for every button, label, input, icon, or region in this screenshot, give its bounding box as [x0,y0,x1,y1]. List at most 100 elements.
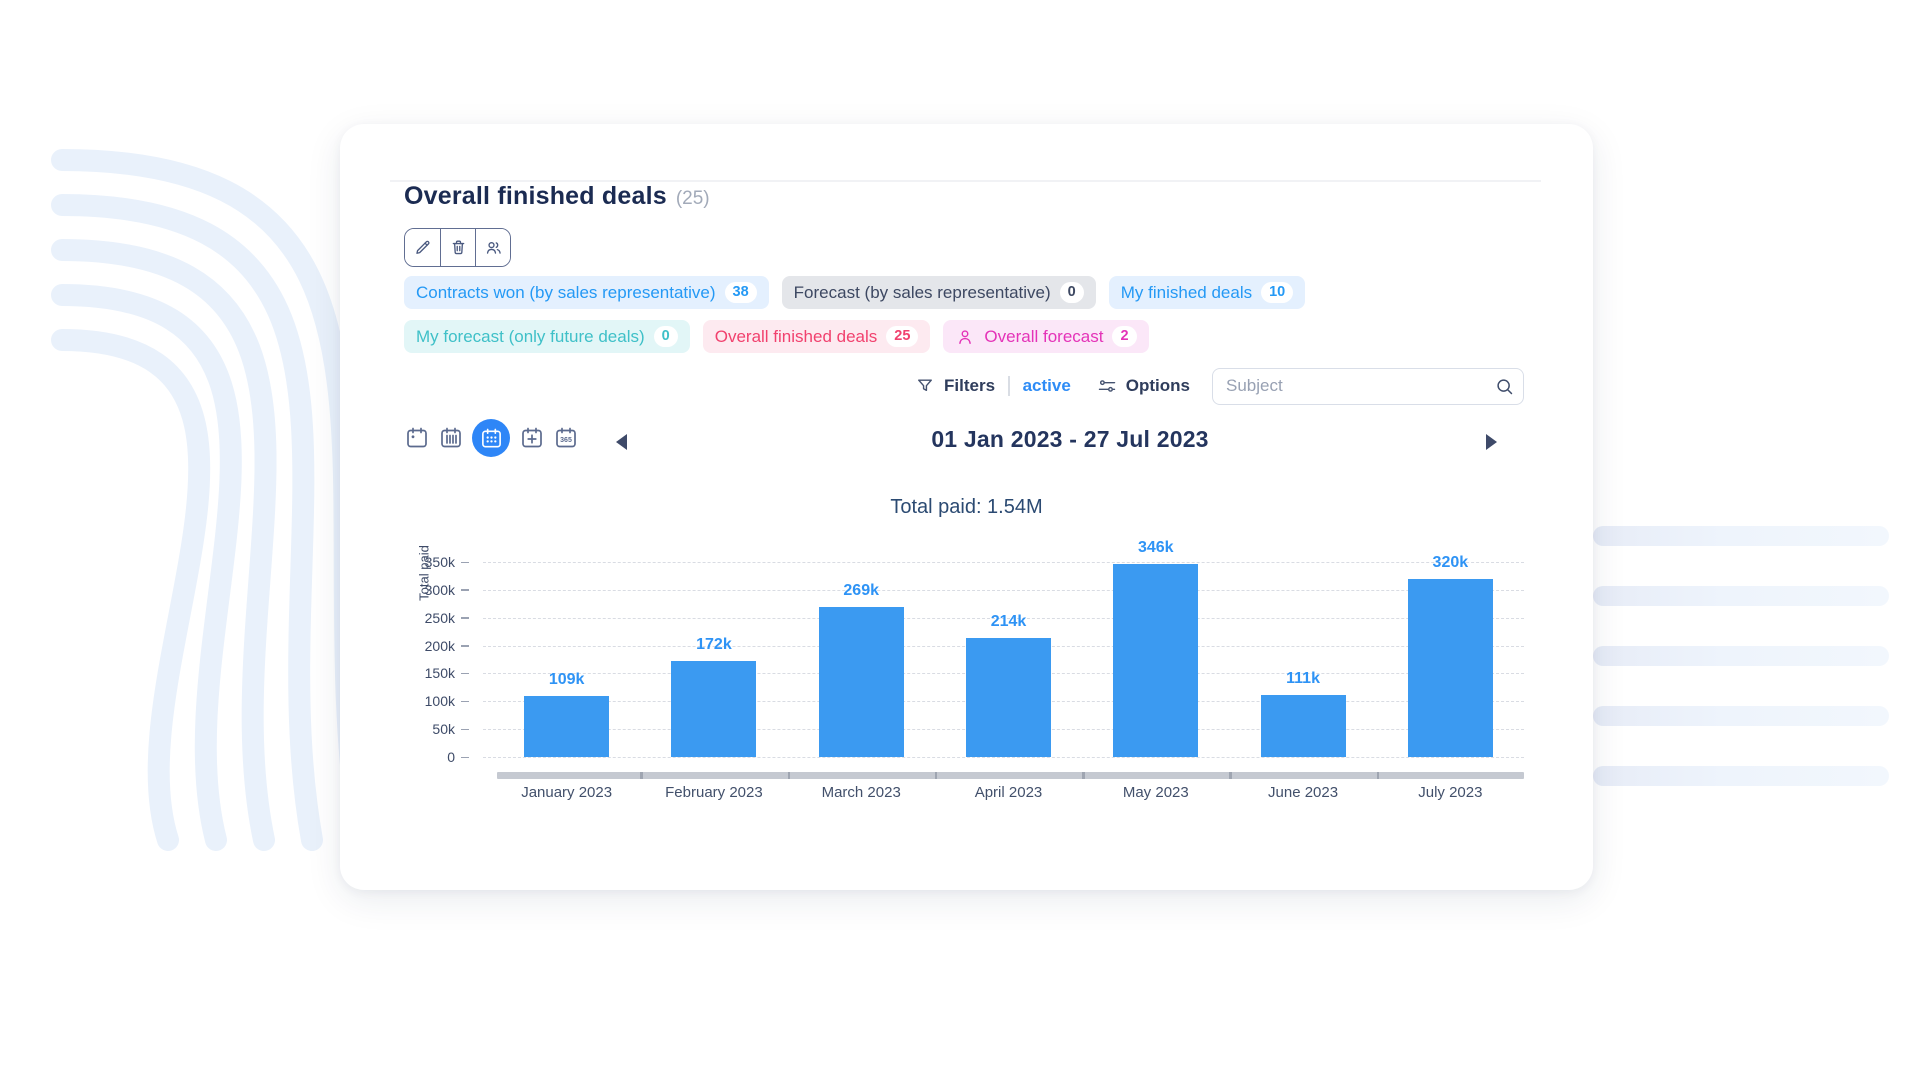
y-tick-label: 50k [340,721,455,737]
bar-June 2023[interactable] [1261,695,1346,757]
trash-icon [449,238,468,257]
filters-label: Filters [944,376,995,396]
filter-chip[interactable]: My finished deals10 [1109,276,1305,309]
filter-chip[interactable]: Contracts won (by sales representative) 3… [404,276,769,309]
bar-January 2023[interactable] [524,696,609,757]
x-tick-label: January 2023 [493,784,640,801]
background-stripe [1593,766,1889,786]
options-label: Options [1126,376,1190,396]
y-tick-mark [461,562,469,564]
bar-value-label: 109k [493,671,640,689]
chip-count-badge: 0 [654,326,678,347]
card-toolbar [404,228,511,267]
date-range-label: 01 Jan 2023 - 27 Jul 2023 [880,426,1260,453]
calendar-custom-range-icon [520,426,544,450]
bar-March 2023[interactable] [819,607,904,757]
calendar-month-icon [480,427,503,450]
y-tick-mark [461,757,469,759]
background-stripe [1593,706,1889,726]
y-tick-label: 150k [340,665,455,681]
calendar-view-week-button[interactable] [438,426,463,451]
chip-count-badge: 0 [1060,282,1084,303]
x-tick-label: February 2023 [640,784,787,801]
chip-label: My forecast (only future deals) [416,327,645,347]
background-stripe [1593,526,1889,546]
scrollbar-separator [788,772,791,779]
chip-count-badge: 2 [1112,326,1136,347]
x-tick-label: March 2023 [788,784,935,801]
y-tick-mark [461,617,469,619]
scrollbar-separator [1377,772,1380,779]
calendar-day-icon [405,426,429,450]
background-stripe [1593,586,1889,606]
scrollbar-separator [640,772,643,779]
bar-April 2023[interactable] [966,638,1051,757]
scrollbar-separator [1082,772,1085,779]
chip-label: Overall forecast [984,327,1103,347]
chip-label: Contracts won (by sales representative) [416,283,716,303]
chip-count-badge: 38 [725,282,757,303]
scrollbar-separator [935,772,938,779]
x-tick-label: April 2023 [935,784,1082,801]
bar-July 2023[interactable] [1408,579,1493,757]
background-stripe [1593,646,1889,666]
x-tick-label: June 2023 [1229,784,1376,801]
x-axis-scrollbar[interactable] [497,772,1524,779]
pencil-icon [413,238,432,257]
filters-button[interactable]: Filters [915,376,995,396]
delete-button[interactable] [440,229,475,266]
card-header: Overall finished deals (25) [404,182,710,211]
x-tick-label: May 2023 [1082,784,1229,801]
calendar-view-year-button[interactable]: 365 [553,426,578,451]
y-tick-mark [461,645,469,647]
subject-search [1212,368,1524,405]
page-background: Overall finished deals (25) Contracts won… [0,0,1920,1076]
next-period-button[interactable] [1486,434,1497,450]
calendar-view-custom-range-button[interactable] [519,426,544,451]
filter-chips-row-2: My forecast (only future deals) 0 Overall … [404,320,1149,353]
bar-value-label: 111k [1229,670,1376,688]
calendar-view-month-button[interactable] [472,419,510,457]
filter-chip[interactable]: Overall forecast 2 [943,320,1148,353]
calendar-view-day-button[interactable] [404,426,429,451]
y-tick-label: 200k [340,638,455,654]
gridline [483,562,1524,563]
options-button[interactable]: Options [1097,376,1190,396]
edit-button[interactable] [405,229,440,266]
sliders-icon [1097,376,1117,396]
y-tick-mark [461,673,469,675]
prev-period-button[interactable] [616,434,627,450]
bar-May 2023[interactable] [1113,564,1198,757]
person-icon [955,327,975,347]
gridline [483,590,1524,591]
chart-total-label: Total paid: 1.54M [340,496,1593,519]
y-tick-mark [461,701,469,703]
filter-chip[interactable]: My forecast (only future deals) 0 [404,320,690,353]
funnel-icon [915,376,935,396]
chip-label: Forecast (by sales representative) [794,283,1051,303]
bar-value-label: 172k [640,636,787,654]
y-tick-label: 100k [340,693,455,709]
bar-value-label: 269k [788,582,935,600]
filter-chip[interactable]: Overall finished deals25 [703,320,931,353]
share-users-button[interactable] [475,229,510,266]
y-tick-label: 300k [340,582,455,598]
active-filter-label[interactable]: active [1023,376,1071,396]
filter-chips-row-1: Contracts won (by sales representative) 3… [404,276,1305,309]
y-tick-label: 350k [340,554,455,570]
subject-search-input[interactable] [1212,368,1524,405]
vertical-divider [1008,376,1010,396]
calendar-week-icon [439,426,463,450]
title-count: (25) [676,188,710,209]
search-icon[interactable] [1494,376,1515,397]
users-icon [484,238,503,257]
page-title: Overall finished deals [404,182,667,210]
bar-February 2023[interactable] [671,661,756,757]
chip-label: My finished deals [1121,283,1252,303]
chip-label: Overall finished deals [715,327,878,347]
y-tick-label: 250k [340,610,455,626]
filter-chip[interactable]: Forecast (by sales representative) 0 [782,276,1096,309]
calendar-view-switcher: 365 [404,418,578,458]
bar-value-label: 214k [935,613,1082,631]
bar-value-label: 320k [1377,554,1524,572]
